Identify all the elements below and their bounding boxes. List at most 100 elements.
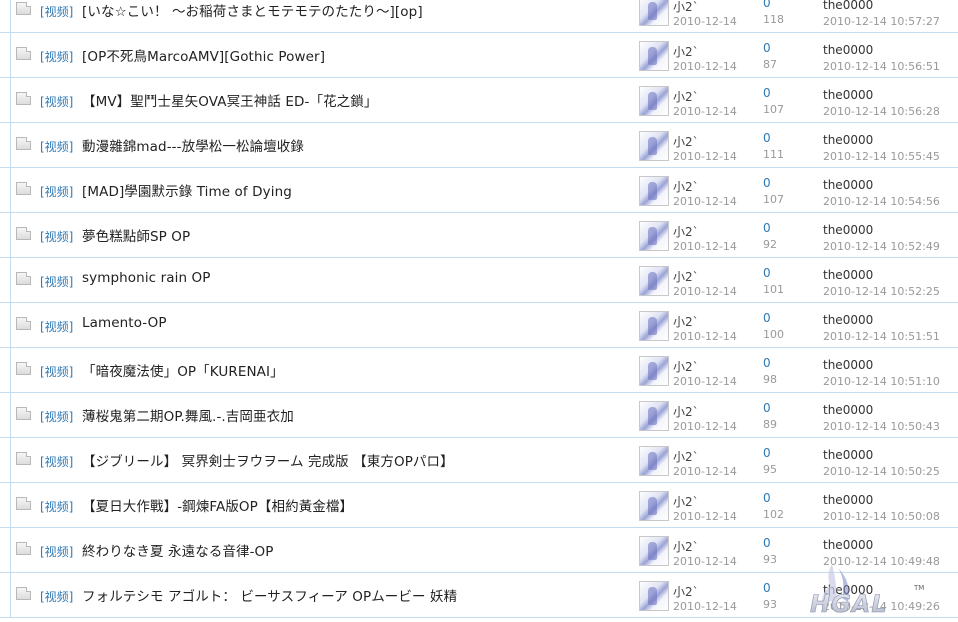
author-link[interactable]: 小2`: [673, 358, 699, 375]
last-post-date-link[interactable]: 2010-12-14 10:51:10: [823, 375, 940, 388]
author-link[interactable]: 小2`: [673, 178, 699, 195]
last-poster-link[interactable]: the0000: [823, 88, 873, 102]
avatar[interactable]: [639, 221, 669, 251]
thread-type-link[interactable]: [视频]: [40, 543, 73, 560]
avatar[interactable]: [639, 581, 669, 611]
avatar[interactable]: [639, 311, 669, 341]
last-post-date-link[interactable]: 2010-12-14 10:55:45: [823, 150, 940, 163]
last-poster-link[interactable]: the0000: [823, 538, 873, 552]
last-post-date-link[interactable]: 2010-12-14 10:52:25: [823, 285, 940, 298]
thread-subject-link[interactable]: Lamento-OP: [82, 315, 167, 331]
view-count: 107: [763, 193, 784, 206]
thread-type-link[interactable]: [视频]: [40, 498, 73, 515]
reply-count[interactable]: 0: [763, 401, 771, 415]
author-link[interactable]: 小2`: [673, 0, 699, 15]
reply-count[interactable]: 0: [763, 131, 771, 145]
thread-subject-link[interactable]: 夢色糕點師SP OP: [82, 225, 190, 245]
author-link[interactable]: 小2`: [673, 88, 699, 105]
author-link[interactable]: 小2`: [673, 223, 699, 240]
last-poster-link[interactable]: the0000: [823, 358, 873, 372]
avatar[interactable]: [639, 41, 669, 71]
avatar[interactable]: [639, 401, 669, 431]
thread-subject-link[interactable]: symphonic rain OP: [82, 270, 210, 286]
avatar[interactable]: [639, 536, 669, 566]
reply-count[interactable]: 0: [763, 266, 771, 280]
row-border: [10, 438, 11, 483]
last-poster-link[interactable]: the0000: [823, 133, 873, 147]
last-post-date-link[interactable]: 2010-12-14 10:52:49: [823, 240, 940, 253]
thread-subject-link[interactable]: 「暗夜魔法使」OP「KURENAI」: [82, 360, 284, 380]
last-post-date-link[interactable]: 2010-12-14 10:54:56: [823, 195, 940, 208]
post-date: 2010-12-14: [673, 375, 737, 388]
avatar[interactable]: [639, 356, 669, 386]
author-link[interactable]: 小2`: [673, 538, 699, 555]
last-poster-link[interactable]: the0000: [823, 493, 873, 507]
avatar[interactable]: [639, 86, 669, 116]
thread-subject-link[interactable]: 動漫雜錦mad---放學松一松論壇收錄: [82, 135, 304, 155]
last-post-date-link[interactable]: 2010-12-14 10:51:51: [823, 330, 940, 343]
thread-subject-link[interactable]: 【夏日大作戰】-鋼煉FA版OP【相約黃金檔】: [82, 495, 353, 515]
author-link[interactable]: 小2`: [673, 448, 699, 465]
reply-count[interactable]: 0: [763, 41, 771, 55]
avatar[interactable]: [639, 446, 669, 476]
last-poster-link[interactable]: the0000: [823, 403, 873, 417]
avatar[interactable]: [639, 0, 669, 26]
author-link[interactable]: 小2`: [673, 403, 699, 420]
last-post-date-link[interactable]: 2010-12-14 10:56:28: [823, 105, 940, 118]
author-link[interactable]: 小2`: [673, 583, 699, 600]
thread-subject-link[interactable]: フォルテシモ アゴルト： ビーサスフィーア OPムービー 妖精: [82, 585, 457, 605]
thread-type-link[interactable]: [视频]: [40, 93, 73, 110]
reply-count[interactable]: 0: [763, 536, 771, 550]
thread-type-link[interactable]: [视频]: [40, 228, 73, 245]
reply-count[interactable]: 0: [763, 356, 771, 370]
reply-count[interactable]: 0: [763, 221, 771, 235]
thread-subject-link[interactable]: 終わりなき夏 永遠なる音律-OP: [82, 540, 274, 560]
thread-type-link[interactable]: [视频]: [40, 183, 73, 200]
reply-count[interactable]: 0: [763, 176, 771, 190]
folder-icon: [16, 2, 31, 15]
thread-subject-link[interactable]: 【ジブリール】 冥界剣士ヲウヲーム 完成版 【東方OPパロ】: [82, 450, 454, 470]
thread-subject-link[interactable]: [MAD]學園默示錄 Time of Dying: [82, 180, 292, 200]
last-poster-link[interactable]: the0000: [823, 223, 873, 237]
thread-subject-link[interactable]: 薄桜鬼第二期OP.舞風.-.吉岡亜衣加: [82, 405, 294, 425]
avatar[interactable]: [639, 491, 669, 521]
thread-type-link[interactable]: [视频]: [40, 3, 73, 20]
thread-type-link[interactable]: [视频]: [40, 138, 73, 155]
reply-count[interactable]: 0: [763, 491, 771, 505]
last-poster-link[interactable]: the0000: [823, 268, 873, 282]
reply-count[interactable]: 0: [763, 0, 771, 10]
thread-subject-link[interactable]: 【MV】聖鬥士星矢OVA冥王神話 ED-「花之鎖」: [82, 90, 377, 110]
reply-count[interactable]: 0: [763, 311, 771, 325]
last-post-date-link[interactable]: 2010-12-14 10:57:27: [823, 15, 940, 28]
last-poster-link[interactable]: the0000: [823, 43, 873, 57]
author-link[interactable]: 小2`: [673, 43, 699, 60]
author-link[interactable]: 小2`: [673, 313, 699, 330]
last-poster-link[interactable]: the0000: [823, 178, 873, 192]
last-post-date-link[interactable]: 2010-12-14 10:56:51: [823, 60, 940, 73]
last-poster-link[interactable]: the0000: [823, 0, 873, 12]
last-post-date-link[interactable]: 2010-12-14 10:50:25: [823, 465, 940, 478]
avatar[interactable]: [639, 266, 669, 296]
reply-count[interactable]: 0: [763, 581, 771, 595]
avatar[interactable]: [639, 131, 669, 161]
reply-count[interactable]: 0: [763, 86, 771, 100]
author-link[interactable]: 小2`: [673, 268, 699, 285]
author-link[interactable]: 小2`: [673, 493, 699, 510]
thread-type-link[interactable]: [视频]: [40, 318, 73, 335]
reply-count[interactable]: 0: [763, 446, 771, 460]
last-poster-link[interactable]: the0000: [823, 313, 873, 327]
avatar[interactable]: [639, 176, 669, 206]
thread-type-link[interactable]: [视频]: [40, 453, 73, 470]
thread-type-link[interactable]: [视频]: [40, 363, 73, 380]
last-poster-link[interactable]: the0000: [823, 448, 873, 462]
thread-subject-link[interactable]: [OP不死鳥MarcoAMV][Gothic Power]: [82, 45, 325, 65]
thread-type-link[interactable]: [视频]: [40, 588, 73, 605]
post-date: 2010-12-14: [673, 15, 737, 28]
thread-type-link[interactable]: [视频]: [40, 48, 73, 65]
thread-subject-link[interactable]: [いな☆こい！ ～お稲荷さまとモテモテのたたり～][op]: [82, 0, 423, 20]
thread-type-link[interactable]: [视频]: [40, 408, 73, 425]
last-post-date-link[interactable]: 2010-12-14 10:50:43: [823, 420, 940, 433]
thread-type-link[interactable]: [视频]: [40, 273, 73, 290]
last-post-date-link[interactable]: 2010-12-14 10:50:08: [823, 510, 940, 523]
author-link[interactable]: 小2`: [673, 133, 699, 150]
